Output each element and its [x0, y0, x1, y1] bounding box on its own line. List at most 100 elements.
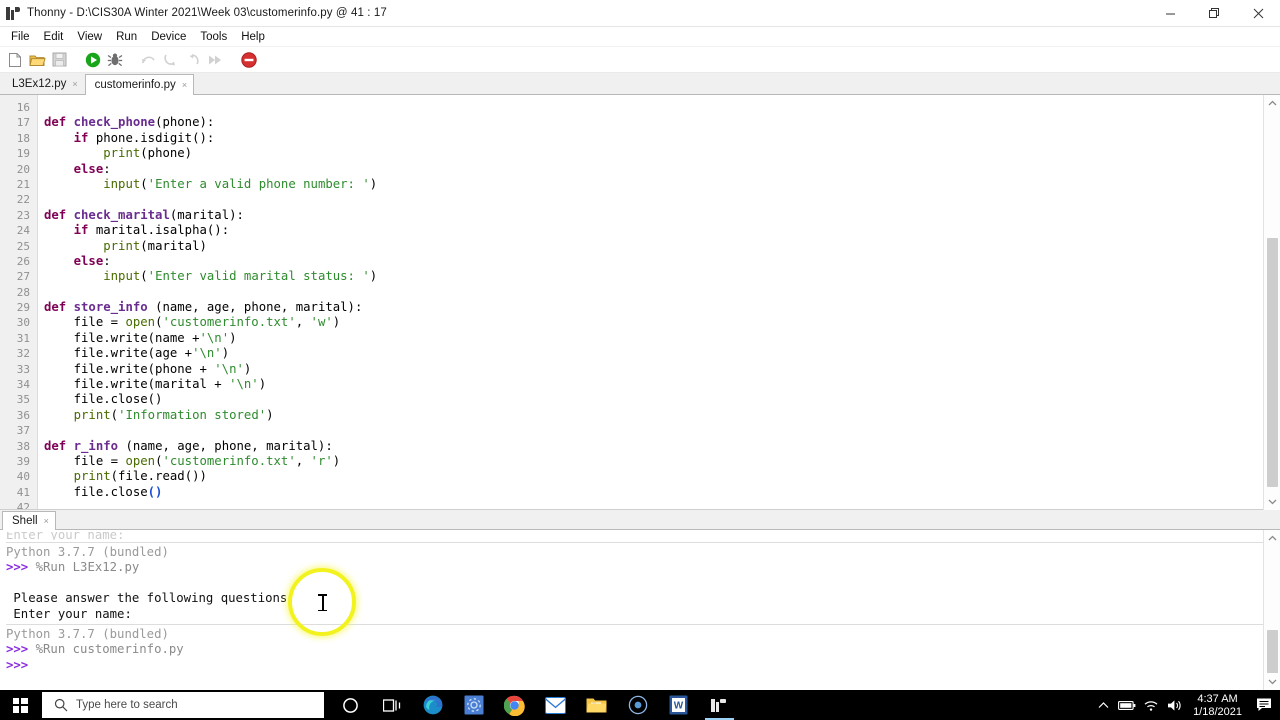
- taskbar-explorer[interactable]: [576, 690, 617, 720]
- shell-text-segment: >>>: [6, 560, 36, 575]
- close-button[interactable]: [1236, 0, 1280, 27]
- taskbar-edge[interactable]: [412, 690, 453, 720]
- resume-icon[interactable]: [205, 50, 225, 70]
- code-line[interactable]: def r_info (name, age, phone, marital):: [44, 439, 1263, 454]
- cortana-icon[interactable]: [330, 690, 371, 720]
- tray-expand-icon[interactable]: [1091, 690, 1115, 720]
- code-line[interactable]: file.write(marital + '\n'): [44, 377, 1263, 392]
- debug-icon[interactable]: [105, 50, 125, 70]
- code-token: print: [73, 407, 111, 422]
- shell-text-segment: Enter your name:: [6, 532, 125, 540]
- taskbar-mail[interactable]: [535, 690, 576, 720]
- task-view-icon[interactable]: [371, 690, 412, 720]
- taskbar-search-box[interactable]: Type here to search: [42, 692, 324, 718]
- shell-vertical-scrollbar[interactable]: [1263, 530, 1280, 690]
- editor-area: 16 17 18 19 20 21 22 23 24 25 26 27 28 29 30 31 32 33 34 35…: [0, 95, 1280, 510]
- code-line[interactable]: def store_info (name, age, phone, marita…: [44, 300, 1263, 315]
- code-line[interactable]: else:: [44, 254, 1263, 269]
- code-line[interactable]: file = open('customerinfo.txt', 'r'): [44, 454, 1263, 469]
- code-line[interactable]: print(file.read()): [44, 469, 1263, 484]
- code-line[interactable]: [44, 192, 1263, 207]
- code-token: 'customerinfo.txt': [162, 315, 296, 330]
- taskbar-clock[interactable]: 4:37 AM 1/18/2021: [1187, 690, 1250, 720]
- shell-tab[interactable]: Shell ×: [2, 511, 56, 530]
- line-number: 30: [16, 316, 30, 330]
- menu-device[interactable]: Device: [144, 28, 193, 46]
- code-editor[interactable]: 16 17 18 19 20 21 22 23 24 25 26 27 28 29 30 31 32 33 34 35…: [0, 95, 1263, 510]
- menu-edit[interactable]: Edit: [37, 28, 71, 46]
- code-line[interactable]: if marital.isalpha():: [44, 223, 1263, 238]
- save-file-icon[interactable]: [49, 50, 69, 70]
- restore-button[interactable]: [1192, 0, 1236, 27]
- taskbar-thonny[interactable]: [699, 690, 740, 720]
- system-tray: 4:37 AM 1/18/2021: [1091, 690, 1280, 720]
- taskbar-settings[interactable]: [453, 690, 494, 720]
- scroll-up-icon[interactable]: [1264, 530, 1280, 547]
- code-line[interactable]: [44, 423, 1263, 438]
- code-text[interactable]: def check_phone(phone): if phone.isdigit…: [38, 95, 1263, 509]
- menu-bar: File Edit View Run Device Tools Help: [0, 27, 1280, 47]
- editor-tab-customerinfo[interactable]: customerinfo.py ×: [84, 74, 195, 95]
- battery-icon[interactable]: [1115, 690, 1139, 720]
- line-number: 27: [16, 270, 30, 284]
- scroll-down-icon[interactable]: [1264, 673, 1280, 690]
- minimize-button[interactable]: [1148, 0, 1192, 27]
- code-token: else: [73, 161, 104, 176]
- code-token: r_info: [73, 438, 119, 453]
- scroll-down-icon[interactable]: [1264, 493, 1280, 510]
- code-line[interactable]: file.write(age +'\n'): [44, 346, 1263, 361]
- taskbar-media[interactable]: [617, 690, 658, 720]
- new-file-icon[interactable]: [5, 50, 25, 70]
- menu-run[interactable]: Run: [109, 28, 144, 46]
- taskbar-chrome[interactable]: [494, 690, 535, 720]
- code-line[interactable]: file.close(): [44, 485, 1263, 500]
- tab-close-icon[interactable]: ×: [44, 516, 49, 526]
- code-line[interactable]: file = open('customerinfo.txt', 'w'): [44, 315, 1263, 330]
- code-line[interactable]: input('Enter valid marital status: '): [44, 269, 1263, 284]
- code-line[interactable]: def check_phone(phone):: [44, 115, 1263, 130]
- code-line[interactable]: [44, 285, 1263, 300]
- start-button[interactable]: [0, 690, 40, 720]
- code-line[interactable]: def check_marital(marital):: [44, 208, 1263, 223]
- stop-icon[interactable]: [239, 50, 259, 70]
- tab-close-icon[interactable]: ×: [72, 79, 77, 89]
- tab-close-icon[interactable]: ×: [182, 80, 187, 90]
- menu-file[interactable]: File: [4, 28, 37, 46]
- code-line[interactable]: else:: [44, 162, 1263, 177]
- step-over-icon[interactable]: [139, 50, 159, 70]
- menu-help[interactable]: Help: [234, 28, 272, 46]
- code-line[interactable]: file.close(): [44, 392, 1263, 407]
- taskbar-word[interactable]: W: [658, 690, 699, 720]
- code-line[interactable]: file.write(phone + '\n'): [44, 362, 1263, 377]
- code-line[interactable]: [44, 100, 1263, 115]
- menu-view[interactable]: View: [70, 28, 109, 46]
- shell-text-segment: Enter your name:: [6, 606, 132, 621]
- editor-tab-l3ex12[interactable]: L3Ex12.py ×: [2, 73, 85, 94]
- step-into-icon[interactable]: [161, 50, 181, 70]
- code-token: (marital): [140, 238, 207, 253]
- menu-tools[interactable]: Tools: [193, 28, 234, 46]
- editor-vertical-scrollbar[interactable]: [1263, 95, 1280, 510]
- run-icon[interactable]: [83, 50, 103, 70]
- open-file-icon[interactable]: [27, 50, 47, 70]
- wifi-icon[interactable]: [1139, 690, 1163, 720]
- code-line[interactable]: print('Information stored'): [44, 408, 1263, 423]
- notification-center-icon[interactable]: [1250, 690, 1280, 720]
- scrollbar-thumb[interactable]: [1267, 238, 1278, 487]
- code-line[interactable]: input('Enter a valid phone number: '): [44, 177, 1263, 192]
- step-out-icon[interactable]: [183, 50, 203, 70]
- code-line[interactable]: print(phone): [44, 146, 1263, 161]
- code-line[interactable]: file.write(name +'\n'): [44, 331, 1263, 346]
- code-token: ): [221, 346, 230, 361]
- code-line[interactable]: if phone.isdigit():: [44, 131, 1263, 146]
- code-token: file.close(): [44, 392, 163, 407]
- code-line[interactable]: [44, 500, 1263, 509]
- shell-line: >>>: [6, 658, 1263, 673]
- shell-output[interactable]: Enter your name: Python 3.7.7 (bundled) >>…: [0, 530, 1263, 690]
- code-token: print: [103, 146, 141, 161]
- scroll-up-icon[interactable]: [1264, 95, 1280, 112]
- text-cursor-icon: [318, 594, 327, 611]
- code-line[interactable]: print(marital): [44, 239, 1263, 254]
- volume-icon[interactable]: [1163, 690, 1187, 720]
